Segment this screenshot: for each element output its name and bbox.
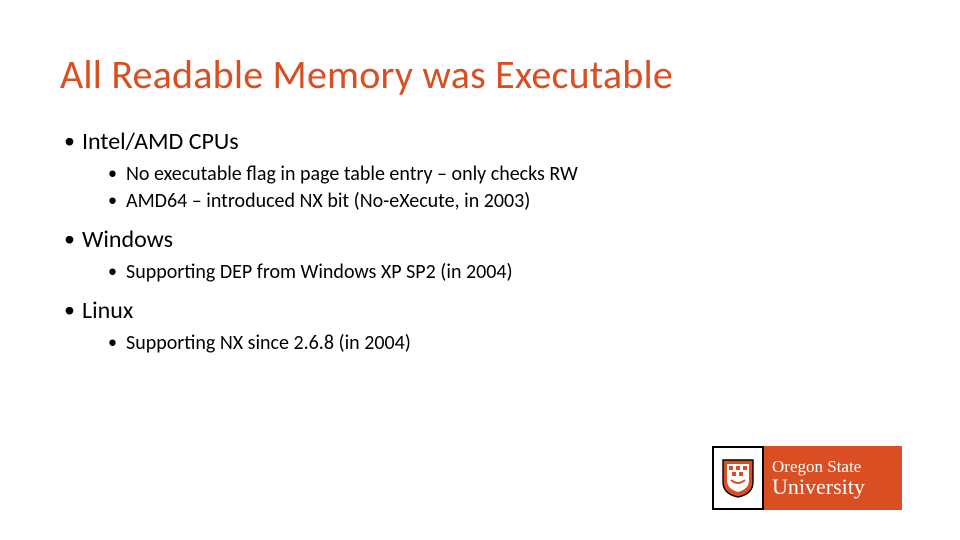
list-item: Intel/AMD CPUs No executable flag in pag… <box>60 127 900 215</box>
slide: All Readable Memory was Executable Intel… <box>0 0 960 540</box>
sub-list-item: Supporting DEP from Windows XP SP2 (in 2… <box>82 259 900 286</box>
sub-list: No executable flag in page table entry –… <box>82 161 900 215</box>
bullet-list: Intel/AMD CPUs No executable flag in pag… <box>60 127 900 357</box>
sub-list: Supporting NX since 2.6.8 (in 2004) <box>82 330 900 357</box>
osu-logo: Oregon State University <box>712 446 902 510</box>
logo-shield-badge <box>712 446 764 510</box>
slide-title: All Readable Memory was Executable <box>60 50 900 99</box>
logo-text: Oregon State University <box>764 446 902 510</box>
list-item-label: Intel/AMD CPUs <box>82 127 239 156</box>
shield-icon <box>721 458 755 498</box>
sub-list-item: Supporting NX since 2.6.8 (in 2004) <box>82 330 900 357</box>
list-item: Linux Supporting NX since 2.6.8 (in 2004… <box>60 296 900 357</box>
list-item-label: Linux <box>82 296 133 325</box>
sub-list-item: AMD64 – introduced NX bit (No-eXecute, i… <box>82 188 900 215</box>
sub-list: Supporting DEP from Windows XP SP2 (in 2… <box>82 259 900 286</box>
list-item: Windows Supporting DEP from Windows XP S… <box>60 225 900 286</box>
list-item-label: Windows <box>82 225 173 254</box>
sub-list-item: No executable flag in page table entry –… <box>82 161 900 188</box>
logo-line2: University <box>772 475 902 498</box>
